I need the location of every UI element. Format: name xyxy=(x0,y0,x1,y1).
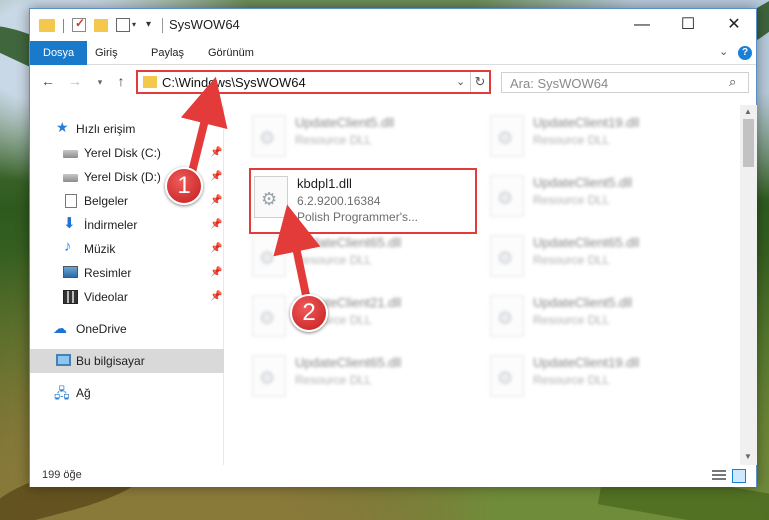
arrow-to-address-bar xyxy=(180,76,228,173)
arrow-to-file xyxy=(273,204,321,301)
step-1-badge: 1 xyxy=(165,167,203,205)
step-2-badge: 2 xyxy=(290,294,328,332)
annotation-arrows xyxy=(180,76,321,301)
